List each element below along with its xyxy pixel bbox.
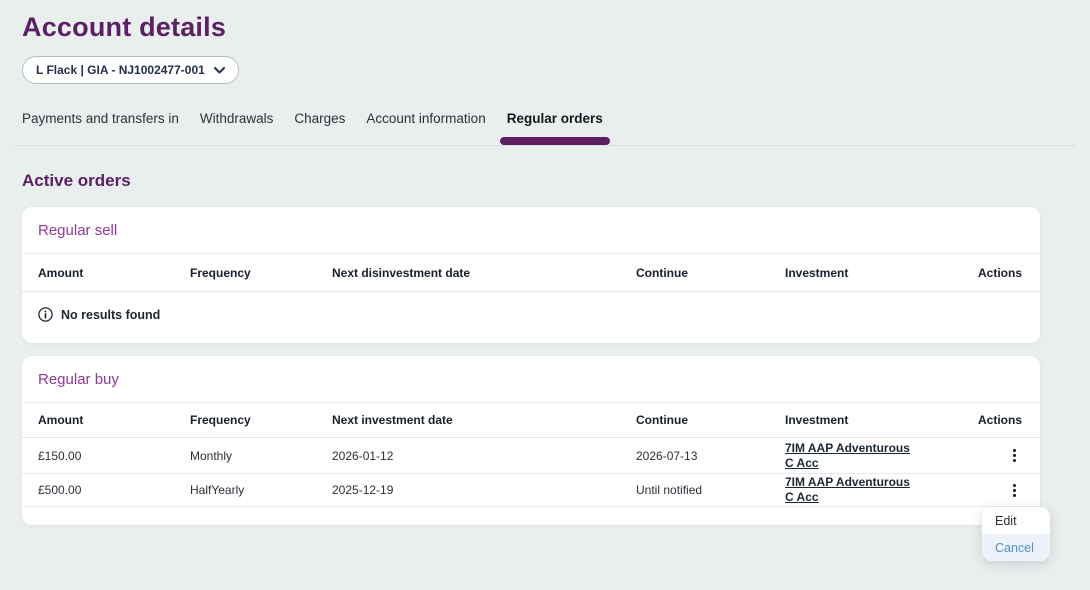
column-header-amount: Amount	[38, 413, 190, 427]
active-tab-indicator	[500, 137, 610, 145]
column-header-actions: Actions	[965, 266, 1022, 280]
regular-sell-title: Regular sell	[38, 222, 1024, 239]
tab-regular-orders[interactable]: Regular orders	[507, 108, 603, 129]
next-investment-date-cell: 2025-12-19	[332, 483, 636, 497]
next-investment-date-cell: 2026-01-12	[332, 449, 636, 463]
column-header-continue: Continue	[636, 266, 785, 280]
regular-sell-card: Regular sell Amount Frequency Next disin…	[22, 207, 1040, 343]
frequency-cell: HalfYearly	[190, 483, 332, 497]
page-title: Account details	[22, 0, 1040, 43]
regular-buy-title: Regular buy	[38, 371, 1024, 388]
table-row: £500.00 HalfYearly 2025-12-19 Until noti…	[22, 474, 1040, 507]
continue-cell: 2026-07-13	[636, 449, 785, 463]
column-header-investment: Investment	[785, 266, 965, 280]
row-actions-menu: Edit Cancel	[982, 507, 1050, 561]
column-header-frequency: Frequency	[190, 413, 332, 427]
tabs-divider	[14, 145, 1076, 146]
account-tabs: Payments and transfers in Withdrawals Ch…	[22, 108, 1040, 129]
frequency-cell: Monthly	[190, 449, 332, 463]
info-icon	[38, 307, 53, 322]
menu-item-cancel[interactable]: Cancel	[982, 534, 1050, 561]
investment-link[interactable]: 7IM AAP Adventurous C Acc	[785, 441, 921, 471]
column-header-investment: Investment	[785, 413, 965, 427]
regular-buy-card: Regular buy Amount Frequency Next invest…	[22, 356, 1040, 525]
column-header-continue: Continue	[636, 413, 785, 427]
tab-payments-and-transfers-in[interactable]: Payments and transfers in	[22, 108, 179, 129]
continue-cell: Until notified	[636, 483, 785, 497]
regular-sell-table-header: Amount Frequency Next disinvestment date…	[22, 254, 1040, 292]
tab-account-information[interactable]: Account information	[366, 108, 485, 129]
row-actions-kebab-icon[interactable]	[1006, 479, 1022, 501]
column-header-next-disinvestment-date: Next disinvestment date	[332, 266, 636, 280]
tab-charges[interactable]: Charges	[294, 108, 345, 129]
column-header-amount: Amount	[38, 266, 190, 280]
amount-cell: £150.00	[38, 449, 190, 463]
column-header-frequency: Frequency	[190, 266, 332, 280]
menu-item-edit[interactable]: Edit	[982, 507, 1050, 534]
chevron-down-icon	[214, 67, 225, 74]
amount-cell: £500.00	[38, 483, 190, 497]
investment-link[interactable]: 7IM AAP Adventurous C Acc	[785, 475, 921, 505]
investment-cell: 7IM AAP Adventurous C Acc	[785, 475, 965, 505]
no-results-text: No results found	[61, 308, 160, 322]
no-results-row: No results found	[22, 292, 1040, 343]
page-content: Account details L Flack | GIA - NJ100247…	[22, 0, 1040, 525]
account-selector[interactable]: L Flack | GIA - NJ1002477-001	[22, 56, 239, 84]
column-header-actions: Actions	[965, 413, 1022, 427]
tab-withdrawals[interactable]: Withdrawals	[200, 108, 274, 129]
column-header-next-investment-date: Next investment date	[332, 413, 636, 427]
row-actions-kebab-icon[interactable]	[1006, 445, 1022, 467]
section-title: Active orders	[22, 171, 1040, 191]
regular-buy-table-header: Amount Frequency Next investment date Co…	[22, 403, 1040, 438]
investment-cell: 7IM AAP Adventurous C Acc	[785, 441, 965, 471]
account-selector-value: L Flack | GIA - NJ1002477-001	[36, 63, 205, 77]
table-row: £150.00 Monthly 2026-01-12 2026-07-13 7I…	[22, 438, 1040, 474]
